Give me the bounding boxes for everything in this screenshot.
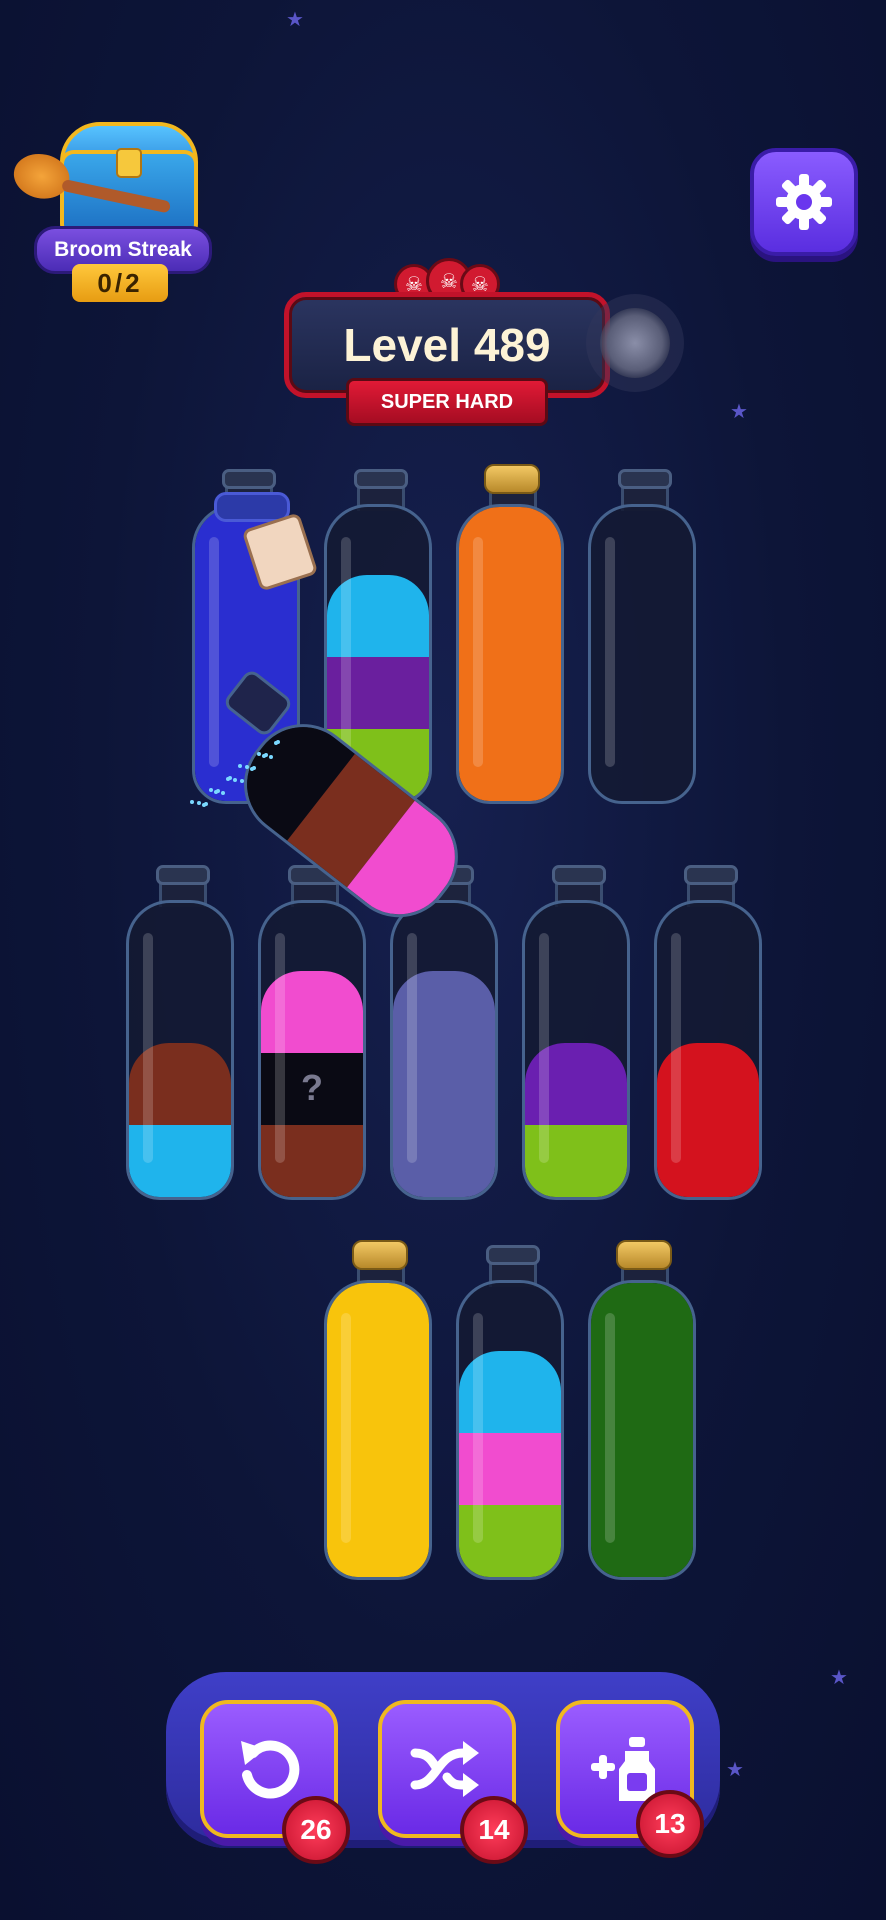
liquid-layer: ? xyxy=(261,1053,363,1125)
liquid-layer xyxy=(327,657,429,729)
lock-icon xyxy=(116,148,142,178)
sparkle xyxy=(238,764,242,768)
bottle[interactable] xyxy=(588,1240,696,1580)
liquid-layer xyxy=(393,971,495,1053)
liquid-layer xyxy=(327,1283,429,1361)
sparkle xyxy=(197,801,201,805)
gear-icon xyxy=(776,174,832,230)
liquid-layer xyxy=(129,1043,231,1125)
liquid-layer xyxy=(459,657,561,729)
bottle[interactable] xyxy=(654,865,762,1200)
hidden-layer-mark: ? xyxy=(301,1067,323,1108)
sparkle xyxy=(214,790,218,794)
bottle-body: ? xyxy=(258,900,366,1200)
star-icon: ★ xyxy=(726,1759,744,1781)
bottle-body xyxy=(390,900,498,1200)
bottle-body xyxy=(654,900,762,1200)
sparkle xyxy=(245,765,249,769)
broom-streak-widget[interactable]: Broom Streak 0/2 xyxy=(9,118,212,303)
bottle-body xyxy=(588,1280,696,1580)
liquid-layer xyxy=(393,1125,495,1197)
sparkle xyxy=(250,767,254,771)
bottle-body xyxy=(324,1280,432,1580)
sparkle xyxy=(240,779,244,783)
bottle-body xyxy=(126,900,234,1200)
bottle-body xyxy=(456,504,564,804)
liquid-layer xyxy=(591,1283,693,1361)
sparkle xyxy=(262,754,266,758)
sparkle xyxy=(233,778,237,782)
bottle[interactable]: ? xyxy=(258,865,366,1200)
sparkle xyxy=(226,777,230,781)
bottle-body xyxy=(522,900,630,1200)
bottle-body xyxy=(588,504,696,804)
bottle[interactable] xyxy=(456,464,564,804)
sparkle xyxy=(257,752,261,756)
bottle[interactable] xyxy=(324,1240,432,1580)
cork-icon xyxy=(616,1240,672,1270)
cork-icon xyxy=(352,1240,408,1270)
liquid-layer xyxy=(261,971,363,1053)
sparkle xyxy=(209,788,213,792)
liquid-layer xyxy=(459,1505,561,1577)
sparkle xyxy=(202,803,206,807)
bottle[interactable] xyxy=(456,1245,564,1580)
liquid-layer xyxy=(591,1433,693,1505)
star-icon: ★ xyxy=(730,401,748,423)
bottle[interactable] xyxy=(522,865,630,1200)
liquid-layer xyxy=(459,585,561,657)
liquid-layer xyxy=(327,575,429,657)
sparkle xyxy=(274,741,278,745)
cork-icon xyxy=(484,464,540,494)
liquid-layer xyxy=(591,1361,693,1433)
liquid-layer xyxy=(459,1351,561,1433)
sparkle xyxy=(269,755,273,759)
touch-indicator xyxy=(600,308,670,378)
liquid-layer xyxy=(525,1125,627,1197)
liquid-layer xyxy=(195,585,297,657)
liquid-layer xyxy=(129,1125,231,1197)
liquid-layer xyxy=(393,1053,495,1125)
shuffle-count-badge: 14 xyxy=(460,1796,528,1864)
liquid-layer xyxy=(261,1125,363,1197)
bottle-body xyxy=(456,1280,564,1580)
add-bottle-count-badge: 13 xyxy=(636,1790,704,1858)
liquid-layer xyxy=(657,1125,759,1197)
liquid-layer xyxy=(327,1505,429,1577)
liquid-layer xyxy=(525,1043,627,1125)
liquid-layer xyxy=(327,1361,429,1433)
star-icon: ★ xyxy=(286,9,304,31)
sparkle xyxy=(221,791,225,795)
bottle[interactable] xyxy=(588,469,696,804)
sparkle xyxy=(190,800,194,804)
liquid-layer xyxy=(591,1505,693,1577)
liquid-layer xyxy=(459,507,561,585)
bottle[interactable] xyxy=(126,865,234,1200)
difficulty-badge: SUPER HARD xyxy=(346,378,548,426)
streak-progress: 0/2 xyxy=(72,264,168,302)
shuffle-icon xyxy=(410,1741,479,1797)
undo-count-badge: 26 xyxy=(282,1796,350,1864)
liquid-layer xyxy=(459,1433,561,1505)
undo-icon xyxy=(241,1740,300,1799)
star-icon: ★ xyxy=(830,1667,848,1689)
liquid-layer xyxy=(657,1043,759,1125)
settings-button[interactable] xyxy=(750,148,858,256)
liquid-layer xyxy=(327,1433,429,1505)
liquid-layer xyxy=(459,729,561,801)
